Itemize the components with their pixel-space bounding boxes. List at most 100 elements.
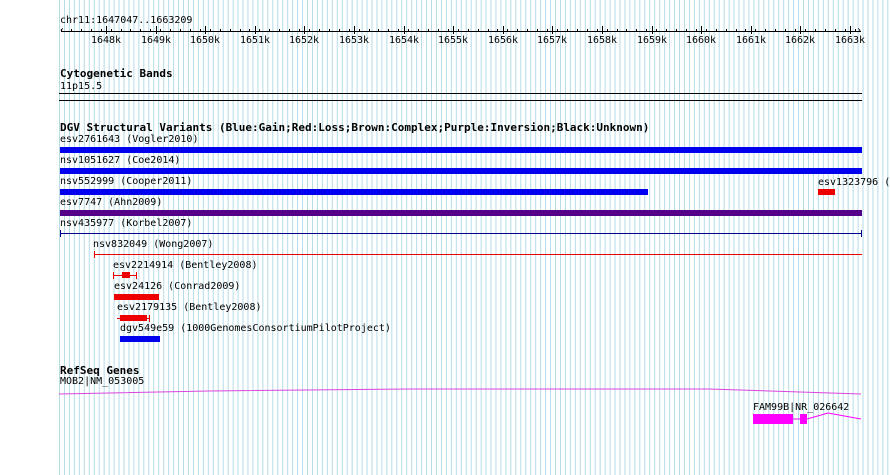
ruler-minor-tick xyxy=(696,29,697,32)
ruler-minor-tick xyxy=(428,29,429,32)
dgv-feature-bar[interactable] xyxy=(60,147,862,153)
dgv-title: DGV Structural Variants (Blue:Gain;Red:L… xyxy=(60,121,650,134)
ruler-minor-tick xyxy=(230,29,231,32)
ruler-minor-tick xyxy=(636,29,637,32)
dgv-feature-endcap xyxy=(113,272,114,279)
dgv-feature-endcap xyxy=(149,315,150,322)
ruler-minor-tick xyxy=(785,29,786,32)
ruler-minor-tick xyxy=(597,29,598,32)
ruler-minor-tick xyxy=(160,29,161,32)
ruler-minor-tick xyxy=(299,29,300,32)
dgv-feature-bar[interactable] xyxy=(60,210,862,216)
ruler-minor-tick xyxy=(795,29,796,32)
ruler-minor-tick xyxy=(686,29,687,32)
ruler-major-tick xyxy=(205,26,206,34)
gene-intron-line[interactable] xyxy=(59,384,862,396)
dgv-feature-label[interactable]: nsv552999 (Cooper2011) xyxy=(60,176,192,188)
ruler-minor-tick xyxy=(190,29,191,32)
ruler-minor-tick xyxy=(527,29,528,32)
ruler-minor-tick xyxy=(855,29,856,32)
ruler-position-label: chr11:1647047..1663209 xyxy=(60,15,193,26)
ruler-major-tick xyxy=(255,26,256,34)
ruler-minor-tick xyxy=(448,29,449,32)
ruler-major-tick xyxy=(652,26,653,34)
ruler-minor-tick xyxy=(805,29,806,32)
cytoband-bottom-line xyxy=(59,100,862,101)
ruler-minor-tick xyxy=(388,29,389,32)
ruler-major-tick xyxy=(106,26,107,34)
ruler-minor-tick xyxy=(775,29,776,32)
ruler-minor-tick xyxy=(180,29,181,32)
dgv-feature-label[interactable]: nsv832049 (Wong2007) xyxy=(93,239,213,251)
dgv-feature-bar[interactable] xyxy=(60,189,648,195)
dgv-feature-bar[interactable] xyxy=(122,272,130,278)
ruler-tick-label: 1656k xyxy=(487,35,519,46)
ruler-minor-tick xyxy=(745,29,746,32)
ruler-minor-tick xyxy=(468,29,469,32)
ruler-minor-tick xyxy=(210,29,211,32)
ruler-tick-label: 1649k xyxy=(140,35,172,46)
ruler-tick-label: 1657k xyxy=(536,35,568,46)
ruler-tick-label: 1650k xyxy=(189,35,221,46)
ruler-minor-tick xyxy=(626,29,627,32)
ruler-minor-tick xyxy=(438,29,439,32)
ruler-minor-tick xyxy=(587,29,588,32)
dgv-feature-label[interactable]: esv2179135 (Bentley2008) xyxy=(117,302,262,314)
dgv-feature-label[interactable]: esv1323796 ( xyxy=(818,177,890,189)
ruler-minor-tick xyxy=(736,29,737,32)
dgv-feature-bar[interactable] xyxy=(120,336,160,342)
ruler-major-tick xyxy=(850,26,851,34)
ruler-minor-tick xyxy=(507,29,508,32)
gene-intron-line[interactable] xyxy=(793,410,862,424)
dgv-feature-label[interactable]: esv2761643 (Vogler2010) xyxy=(60,134,198,146)
ruler-minor-tick xyxy=(220,29,221,32)
dgv-feature-bar[interactable] xyxy=(114,294,159,300)
ruler-minor-tick xyxy=(755,29,756,32)
dgv-feature-line[interactable] xyxy=(94,254,862,255)
ruler-minor-tick xyxy=(845,29,846,32)
dgv-feature-label[interactable]: nsv435977 (Korbel2007) xyxy=(60,218,192,230)
ruler-minor-tick xyxy=(140,29,141,32)
dgv-feature-bar[interactable] xyxy=(818,189,835,195)
ruler-minor-tick xyxy=(121,29,122,32)
ruler-tick-label: 1651k xyxy=(239,35,271,46)
ruler-minor-tick xyxy=(81,29,82,32)
ruler-minor-tick xyxy=(706,29,707,32)
ruler-minor-tick xyxy=(478,29,479,32)
ruler-minor-tick xyxy=(825,29,826,32)
ruler-minor-tick xyxy=(279,29,280,32)
ruler-major-tick xyxy=(404,26,405,34)
ruler-minor-tick xyxy=(200,29,201,32)
cytoband-top-line xyxy=(59,93,862,94)
ruler-minor-tick xyxy=(398,29,399,32)
ruler-minor-tick xyxy=(269,29,270,32)
dgv-feature-label[interactable]: dgv549e59 (1000GenomesConsortiumPilotPro… xyxy=(120,323,391,335)
dgv-feature-label[interactable]: esv24126 (Conrad2009) xyxy=(114,281,240,293)
ruler-major-tick xyxy=(453,26,454,34)
ruler-minor-tick xyxy=(111,29,112,32)
dgv-feature-endcap xyxy=(94,251,95,258)
dgv-feature-label[interactable]: nsv1051627 (Coe2014) xyxy=(60,155,180,167)
ruler-minor-tick xyxy=(716,29,717,32)
ruler-major-tick xyxy=(552,26,553,34)
ruler-minor-tick xyxy=(835,29,836,32)
ruler-minor-tick xyxy=(240,29,241,32)
ruler-minor-tick xyxy=(577,29,578,32)
dgv-feature-label[interactable]: esv2214914 (Bentley2008) xyxy=(113,260,258,272)
ruler-tick-label: 1663k xyxy=(834,35,866,46)
ruler-minor-tick xyxy=(71,29,72,32)
dgv-feature-bar[interactable] xyxy=(60,168,862,174)
ruler-minor-tick xyxy=(557,29,558,32)
ruler-minor-tick xyxy=(765,29,766,32)
ruler-minor-tick xyxy=(497,29,498,32)
ruler-minor-tick xyxy=(249,29,250,32)
gene-exon[interactable] xyxy=(753,414,793,424)
dgv-feature-label[interactable]: esv7747 (Ahn2009) xyxy=(60,197,162,209)
dgv-feature-bar[interactable] xyxy=(120,315,147,321)
ruler-minor-tick xyxy=(359,29,360,32)
ruler-tick-label: 1658k xyxy=(586,35,618,46)
ruler-minor-tick xyxy=(567,29,568,32)
dgv-feature-line[interactable] xyxy=(60,233,862,234)
ruler-minor-tick xyxy=(339,29,340,32)
ruler-axis-line xyxy=(61,31,861,32)
